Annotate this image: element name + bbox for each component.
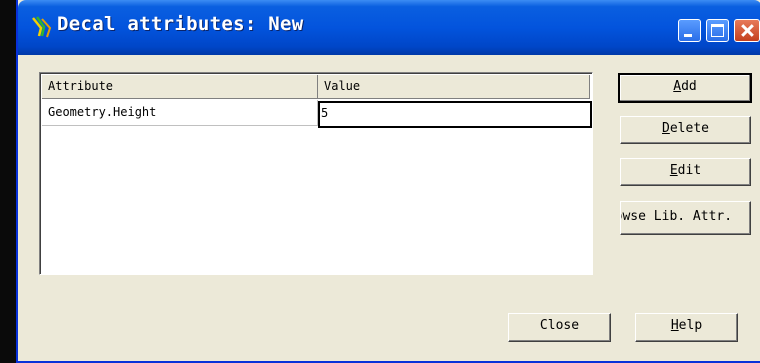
help-mnemonic: H	[670, 318, 679, 333]
edit-label: dit	[677, 163, 702, 178]
delete-label: elete	[669, 121, 709, 136]
title-bar[interactable]: Decal attributes: New	[18, 0, 760, 55]
edit-button[interactable]: Edit	[620, 158, 751, 186]
close-window-button[interactable]	[734, 19, 760, 42]
value-edit-field[interactable]: 5	[318, 101, 592, 128]
edit-mnemonic: E	[669, 163, 678, 178]
app-logo-icon	[32, 16, 52, 38]
delete-button[interactable]: Delete	[620, 116, 751, 144]
add-button[interactable]: Add	[618, 73, 752, 103]
column-header-attribute[interactable]: Attribute	[42, 75, 318, 99]
browse-lib-attr-button[interactable]: Browse Lib. Attr.	[620, 201, 751, 235]
delete-mnemonic: D	[662, 121, 670, 136]
dialog-window: Decal attributes: New Attribute Value Ge…	[16, 0, 760, 363]
attribute-cell[interactable]: Geometry.Height	[42, 100, 318, 126]
add-label: dd	[681, 79, 697, 94]
minimize-button[interactable]	[678, 19, 701, 42]
window-title: Decal attributes: New	[57, 13, 304, 35]
attribute-grid[interactable]: Attribute Value Geometry.Height 5	[39, 72, 593, 275]
add-mnemonic: A	[673, 79, 682, 94]
column-header-value[interactable]: Value	[318, 75, 590, 99]
desktop-edge	[0, 0, 16, 363]
help-label: elp	[678, 318, 703, 333]
maximize-button[interactable]	[706, 19, 729, 42]
close-button[interactable]: Close	[508, 313, 611, 342]
help-button[interactable]: Help	[635, 313, 738, 342]
